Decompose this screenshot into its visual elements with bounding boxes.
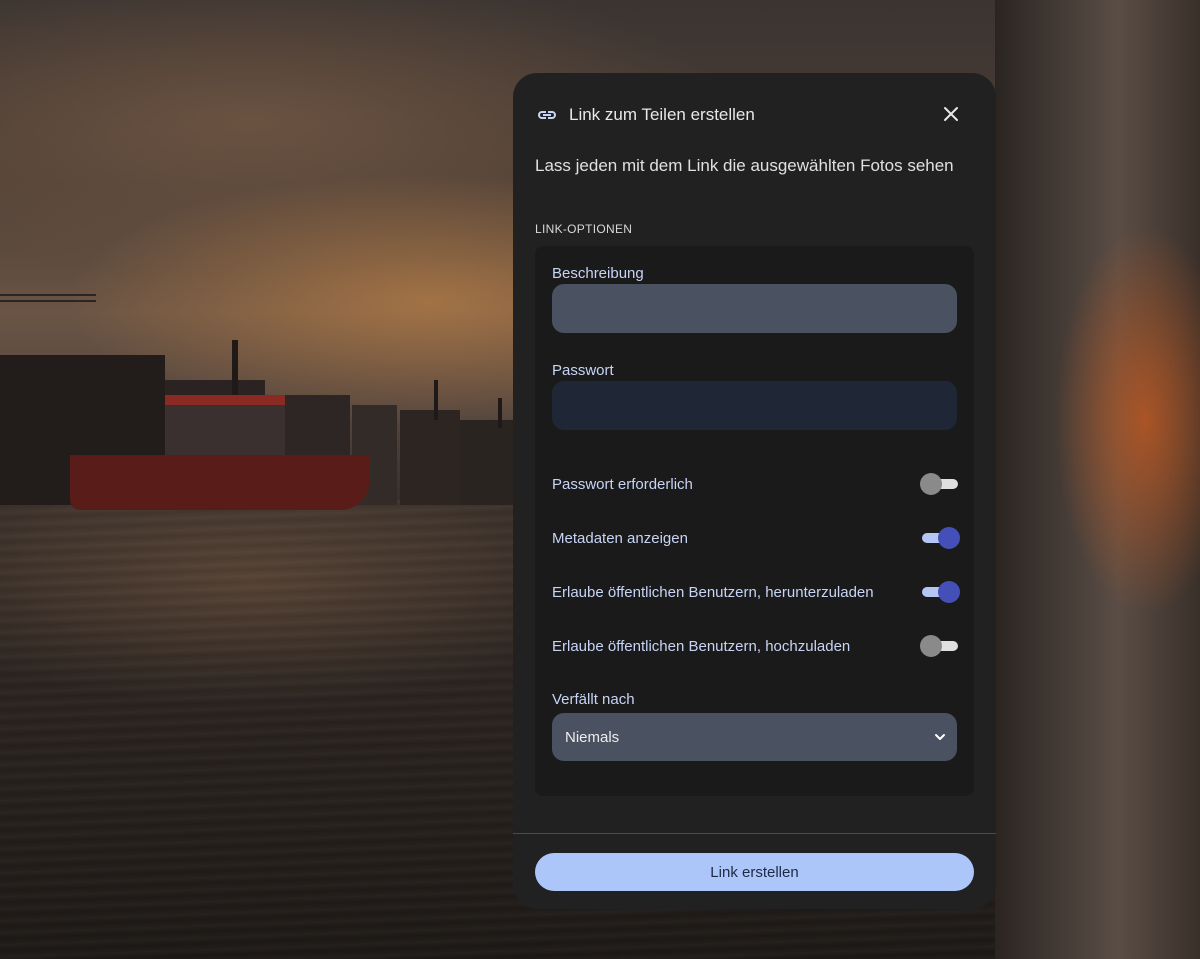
toggle-label: Passwort erforderlich [552,475,693,493]
link-options-card: Beschreibung Passwort Passwort erforderl… [535,246,974,796]
toggle-knob [920,635,942,657]
password-label: Passwort [552,362,614,379]
dialog-subtitle: Lass jeden mit dem Link die ausgewählten… [535,156,954,175]
toggle-label: Erlaube öffentlichen Benutzern, hochzula… [552,637,851,655]
boat-cabin [165,395,285,457]
toggle-row-show-metadata: Metadaten anzeigen [552,526,960,550]
expiry-selected-value: Niemals [565,728,620,746]
create-link-button[interactable]: Link erstellen [535,853,974,891]
dialog-header: Link zum Teilen erstellen [535,101,975,129]
toggle-label: Metadaten anzeigen [552,529,688,547]
dialog-title: Link zum Teilen erstellen [569,105,755,124]
toggle-row-password-required: Passwort erforderlich [552,472,960,496]
chevron-down-icon [935,734,945,740]
toggle-row-allow-download: Erlaube öffentlichen Benutzern, herunter… [552,580,960,604]
toggle-row-allow-upload: Erlaube öffentlichen Benutzern, hochzula… [552,634,960,658]
toggle-label: Erlaube öffentlichen Benutzern, herunter… [552,583,874,601]
allow-download-toggle[interactable] [920,581,960,603]
toggle-knob [920,473,942,495]
password-required-toggle[interactable] [920,473,960,495]
toggle-knob [938,527,960,549]
sail-edge [995,0,1200,959]
expiry-label: Verfällt nach [552,691,635,708]
link-icon [535,103,559,127]
crane [0,294,96,302]
boat-hull [70,455,370,510]
description-label: Beschreibung [552,265,644,282]
description-input[interactable] [552,284,957,333]
section-label: LINK-OPTIONEN [535,222,633,236]
close-icon [944,107,958,121]
close-button[interactable] [940,103,962,125]
share-link-dialog: Link zum Teilen erstellen Lass jeden mit… [513,73,996,909]
toggle-knob [938,581,960,603]
password-input[interactable] [552,381,957,430]
expiry-select[interactable]: Niemals [552,713,957,761]
allow-upload-toggle[interactable] [920,635,960,657]
show-metadata-toggle[interactable] [920,527,960,549]
footer-divider [513,833,996,834]
